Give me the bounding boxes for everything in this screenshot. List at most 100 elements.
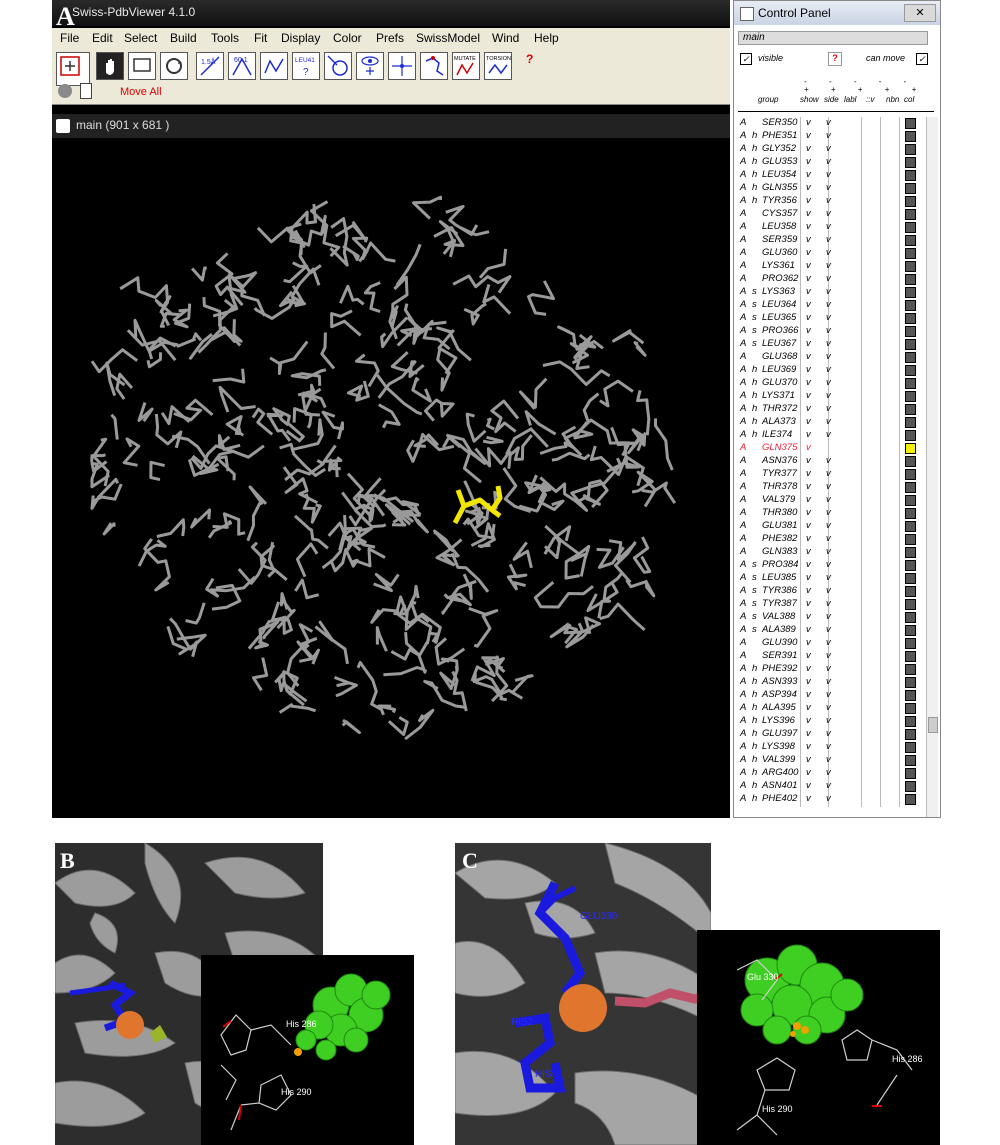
column-group[interactable]: group <box>758 95 778 104</box>
column-col[interactable]: col <box>904 95 914 104</box>
menu-file[interactable]: File <box>60 31 79 45</box>
residue-row[interactable]: Ah VAL399 v v <box>738 754 924 767</box>
residue-color-swatch[interactable] <box>905 287 916 298</box>
residue-row[interactable]: A SER391 v v <box>738 650 924 663</box>
layer-name-field[interactable]: main <box>738 31 928 45</box>
residue-row[interactable]: A VAL379 v v <box>738 494 924 507</box>
menu-display[interactable]: Display <box>281 31 320 45</box>
menu-tools[interactable]: Tools <box>211 31 239 45</box>
visible-checkbox[interactable]: ✓ <box>740 53 752 65</box>
residue-color-swatch[interactable] <box>905 560 916 571</box>
column-ribbon[interactable]: ::v <box>866 95 874 104</box>
pdbviewer-titlebar[interactable]: Swiss-PdbViewer 4.1.0 <box>52 0 730 26</box>
residue-color-swatch[interactable] <box>905 521 916 532</box>
residue-color-swatch[interactable] <box>905 469 916 480</box>
menu-fit[interactable]: Fit <box>254 31 267 45</box>
residue-row[interactable]: As ALA389 v v <box>738 624 924 637</box>
residue-color-swatch[interactable] <box>905 170 916 181</box>
document-icon[interactable] <box>80 83 92 99</box>
zoom-button[interactable] <box>128 52 156 80</box>
residue-row[interactable]: A GLN383 v v <box>738 546 924 559</box>
residue-row[interactable]: Ah ILE374 v v <box>738 429 924 442</box>
residue-color-swatch[interactable] <box>905 664 916 675</box>
menu-color[interactable]: Color <box>333 31 362 45</box>
residue-color-swatch[interactable] <box>905 417 916 428</box>
column-nbn[interactable]: nbn <box>886 95 899 104</box>
column-show[interactable]: show <box>800 95 819 104</box>
residue-row[interactable]: Ah ASN393 v v <box>738 676 924 689</box>
residue-row[interactable]: A THR378 v v <box>738 481 924 494</box>
angle-button[interactable]: 60.1 <box>228 52 256 80</box>
residue-color-swatch[interactable] <box>905 131 916 142</box>
residue-color-swatch[interactable] <box>905 443 916 454</box>
residue-color-swatch[interactable] <box>905 690 916 701</box>
residue-color-swatch[interactable] <box>905 157 916 168</box>
residue-row[interactable]: A GLU368 v v <box>738 351 924 364</box>
residue-color-swatch[interactable] <box>905 768 916 779</box>
residue-color-swatch[interactable] <box>905 313 916 324</box>
residue-row[interactable]: Ah GLY352 v v <box>738 143 924 156</box>
residue-row[interactable]: A LYS361 v v <box>738 260 924 273</box>
residue-row[interactable]: Ah GLU370 v v <box>738 377 924 390</box>
column-side[interactable]: side <box>824 95 839 104</box>
residue-color-swatch[interactable] <box>905 261 916 272</box>
scrollbar-thumb[interactable] <box>928 717 938 733</box>
residue-color-swatch[interactable] <box>905 456 916 467</box>
residue-color-swatch[interactable] <box>905 300 916 311</box>
close-button[interactable]: ✕ <box>904 4 936 22</box>
residue-color-swatch[interactable] <box>905 209 916 220</box>
residue-row[interactable]: As TYR387 v v <box>738 598 924 611</box>
residue-color-swatch[interactable] <box>905 495 916 506</box>
distance-button[interactable]: 1.5Å <box>196 52 224 80</box>
residue-row[interactable]: A THR380 v v <box>738 507 924 520</box>
residue-color-swatch[interactable] <box>905 404 916 415</box>
residue-color-swatch[interactable] <box>905 365 916 376</box>
residue-color-swatch[interactable] <box>905 222 916 233</box>
residue-row[interactable]: As LEU367 v v <box>738 338 924 351</box>
residue-row[interactable]: Ah GLU397 v v <box>738 728 924 741</box>
menu-wind[interactable]: Wind <box>492 31 519 45</box>
residue-row[interactable]: Ah TYR356 v v <box>738 195 924 208</box>
control-panel-titlebar[interactable]: Control Panel ✕ <box>734 1 940 25</box>
mutate-button[interactable]: MUTATE <box>452 52 480 80</box>
residue-row[interactable]: As VAL388 v v <box>738 611 924 624</box>
residue-row[interactable]: A GLU381 v v <box>738 520 924 533</box>
residue-row[interactable]: As LEU385 v v <box>738 572 924 585</box>
residue-color-swatch[interactable] <box>905 508 916 519</box>
residue-row[interactable]: A SER359 v v <box>738 234 924 247</box>
residue-color-swatch[interactable] <box>905 612 916 623</box>
residue-color-swatch[interactable] <box>905 118 916 129</box>
menu-edit[interactable]: Edit <box>92 31 113 45</box>
column-labl[interactable]: labl <box>844 95 856 104</box>
residue-row[interactable]: As PRO366 v v <box>738 325 924 338</box>
residue-color-swatch[interactable] <box>905 339 916 350</box>
residue-row[interactable]: Ah PHE351 v v <box>738 130 924 143</box>
residue-row[interactable]: Ah GLU353 v v <box>738 156 924 169</box>
residue-color-swatch[interactable] <box>905 573 916 584</box>
residue-color-swatch[interactable] <box>905 482 916 493</box>
residue-color-swatch[interactable] <box>905 742 916 753</box>
globe-icon[interactable] <box>58 84 72 98</box>
residue-row[interactable]: As LEU364 v v <box>738 299 924 312</box>
residue-row[interactable]: A GLN375 v <box>738 442 924 455</box>
menu-select[interactable]: Select <box>124 31 157 45</box>
residue-row[interactable]: A TYR377 v v <box>738 468 924 481</box>
residue-color-swatch[interactable] <box>905 586 916 597</box>
residue-row[interactable]: Ah ASP394 v v <box>738 689 924 702</box>
residue-row[interactable]: As TYR386 v v <box>738 585 924 598</box>
residue-list[interactable]: A SER350 v v Ah PHE351 v v Ah GLY352 v v Ah GLU353 v v A… <box>738 117 924 807</box>
residue-row[interactable]: As LYS363 v v <box>738 286 924 299</box>
eye-button[interactable] <box>356 52 384 80</box>
residue-color-swatch[interactable] <box>905 703 916 714</box>
menu-swissmodel[interactable]: SwissModel <box>416 31 480 45</box>
residue-color-swatch[interactable] <box>905 430 916 441</box>
residue-color-swatch[interactable] <box>905 326 916 337</box>
residue-row[interactable]: A LEU358 v v <box>738 221 924 234</box>
residue-color-swatch[interactable] <box>905 794 916 805</box>
residue-list-scrollbar[interactable] <box>926 117 938 817</box>
help-question-mark[interactable]: ? <box>526 52 533 66</box>
residue-color-swatch[interactable] <box>905 534 916 545</box>
residue-color-swatch[interactable] <box>905 196 916 207</box>
dihedral-button[interactable] <box>260 52 288 80</box>
residue-row[interactable]: Ah ALA395 v v <box>738 702 924 715</box>
